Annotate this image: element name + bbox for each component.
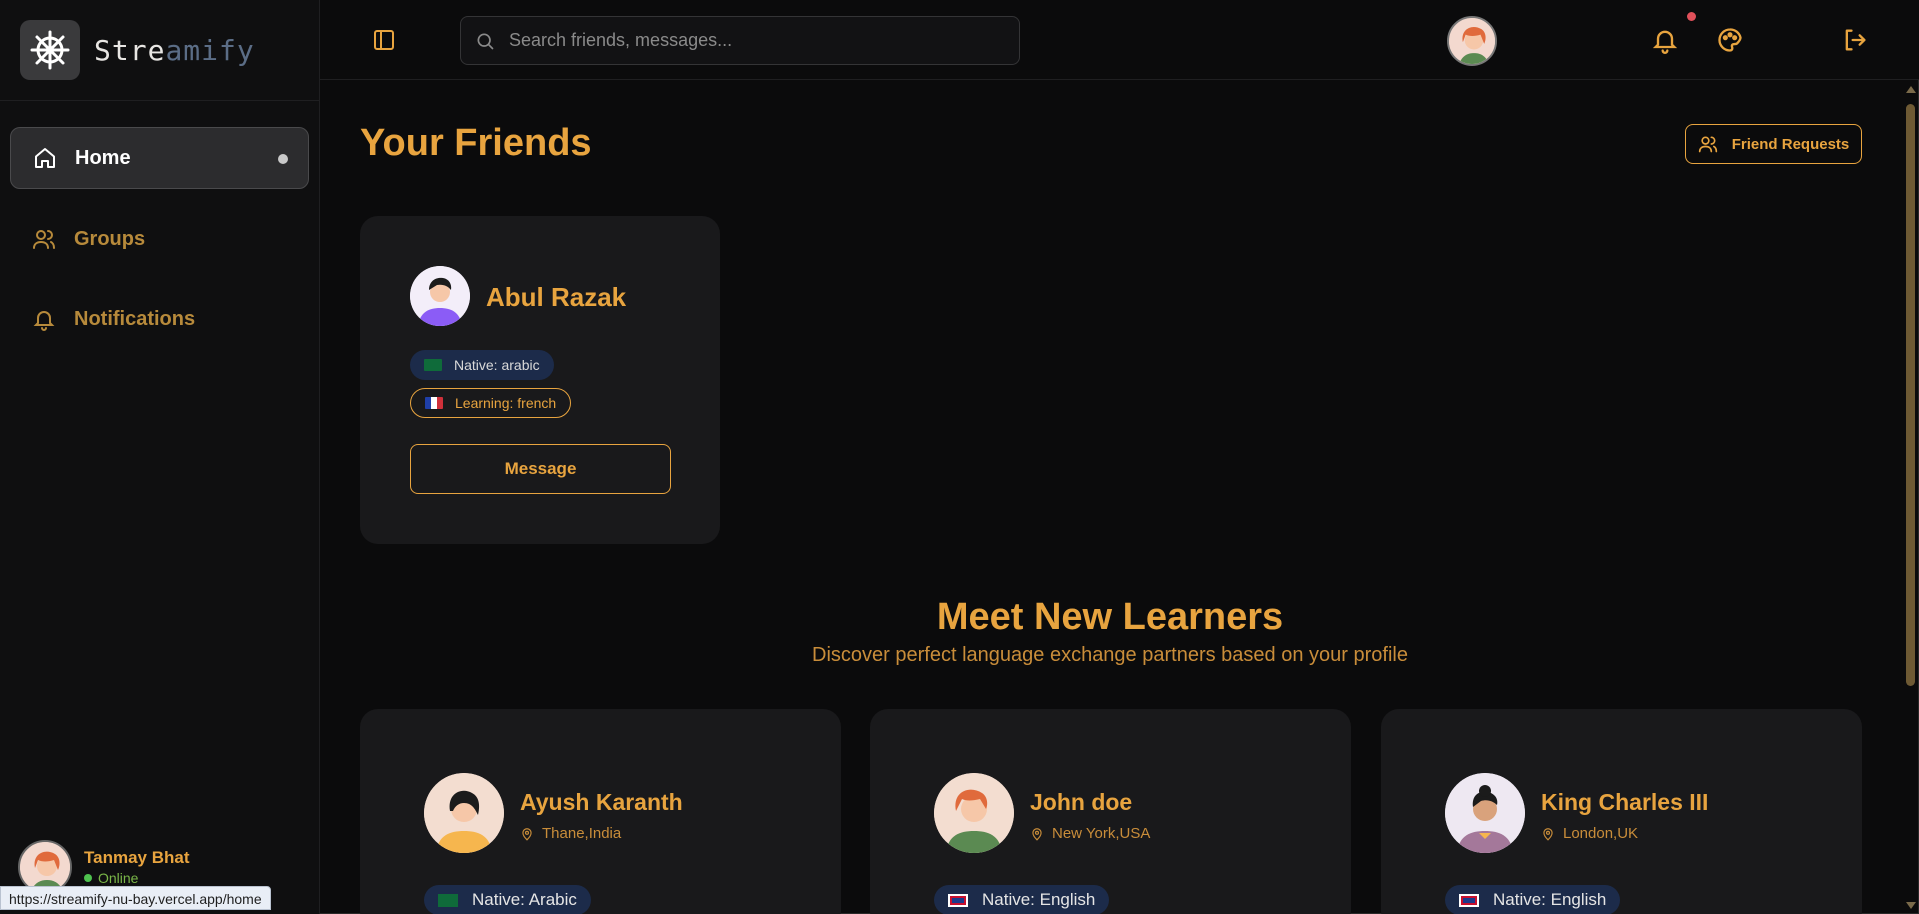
scrollbar-thumb[interactable] [1906, 104, 1915, 686]
section-title: Meet New Learners [936, 596, 1284, 638]
learner-name: King Charles III [1541, 789, 1709, 815]
avatar [424, 773, 504, 853]
page-title: Your Friends [360, 122, 592, 164]
avatar[interactable] [1447, 16, 1497, 66]
sidebar-item-home[interactable]: Home [10, 127, 309, 189]
friend-requests-label: Friend Requests [1731, 135, 1850, 153]
badge-label: Learning: french [455, 395, 557, 411]
sidebar-divider [0, 100, 320, 101]
logo[interactable]: Streamify [20, 20, 255, 80]
sidebar-item-label: Notifications [74, 307, 196, 330]
map-pin-icon [1032, 827, 1042, 841]
friend-card: Abul Razak Native: arabic Learning: fren… [360, 216, 720, 544]
active-indicator [278, 154, 288, 164]
users-icon [33, 230, 55, 249]
learner-card: Ayush Karanth Thane,India Native: Arabic [360, 709, 841, 914]
section-subtitle: Discover perfect language exchange partn… [812, 644, 1408, 666]
location-label: New York,USA [1052, 825, 1151, 842]
native-language-badge: Native: arabic [410, 350, 554, 380]
learner-card: King Charles III London,UK Native: Engli… [1381, 709, 1862, 914]
location-label: London,UK [1563, 825, 1639, 842]
sidebar-item-groups[interactable]: Groups [10, 208, 309, 270]
search-bar[interactable] [460, 16, 1020, 65]
users-icon [1698, 136, 1717, 153]
palette-icon[interactable] [1716, 26, 1744, 54]
badge-label: Native: English [1493, 890, 1607, 909]
sidebar: Streamify Home Groups Notifications Tanm… [0, 0, 320, 914]
badge-label: Native: arabic [454, 357, 540, 373]
learning-language-badge: Learning: french [410, 388, 572, 418]
native-language-badge: Native: Arabic [424, 885, 591, 914]
avatar [410, 266, 470, 326]
friend-name: Abul Razak [486, 282, 627, 312]
search-input[interactable] [509, 30, 989, 51]
user-status: Online [84, 870, 190, 886]
flag-icon [1459, 893, 1479, 907]
status-url-tooltip: https://streamify-nu-bay.vercel.app/home [0, 886, 271, 910]
learner-location: Thane,India [520, 825, 621, 842]
bell-icon [33, 311, 55, 331]
search-icon [477, 33, 494, 49]
ship-wheel-icon [20, 20, 80, 80]
message-button[interactable]: Message [410, 444, 671, 494]
badge-label: Native: Arabic [472, 890, 577, 909]
native-language-badge: Native: English [1445, 885, 1621, 914]
learner-name: Ayush Karanth [520, 789, 683, 815]
notification-dot [1687, 12, 1696, 21]
sidebar-item-notifications[interactable]: Notifications [10, 288, 309, 350]
learner-card: John doe New York,USA Native: English [870, 709, 1351, 914]
learner-location: New York,USA [1030, 825, 1150, 842]
home-icon [35, 148, 55, 168]
native-language-badge: Native: English [934, 885, 1110, 914]
scroll-up-arrow[interactable] [1906, 86, 1916, 93]
friend-requests-button[interactable]: Friend Requests [1685, 124, 1862, 164]
scroll-down-arrow[interactable] [1906, 902, 1916, 909]
panel-toggle-icon[interactable] [372, 28, 396, 52]
avatar [934, 773, 1014, 853]
sidebar-item-label: Groups [74, 227, 146, 250]
user-name: Tanmay Bhat [84, 848, 190, 867]
app-name: Streamify [94, 33, 255, 67]
location-label: Thane,India [542, 825, 622, 842]
flag-icon [424, 359, 442, 371]
avatar [1445, 773, 1525, 853]
learner-location: London,UK [1541, 825, 1638, 842]
flag-icon [948, 893, 968, 907]
topbar [320, 0, 1919, 80]
logout-icon[interactable] [1841, 26, 1869, 54]
map-pin-icon [522, 827, 532, 841]
badge-label: Native: English [982, 890, 1096, 909]
flag-icon [438, 893, 458, 907]
flag-icon [425, 397, 443, 409]
learner-name: John doe [1030, 789, 1133, 815]
bell-icon[interactable] [1651, 26, 1679, 54]
map-pin-icon [1543, 827, 1553, 841]
sidebar-item-label: Home [75, 146, 131, 169]
